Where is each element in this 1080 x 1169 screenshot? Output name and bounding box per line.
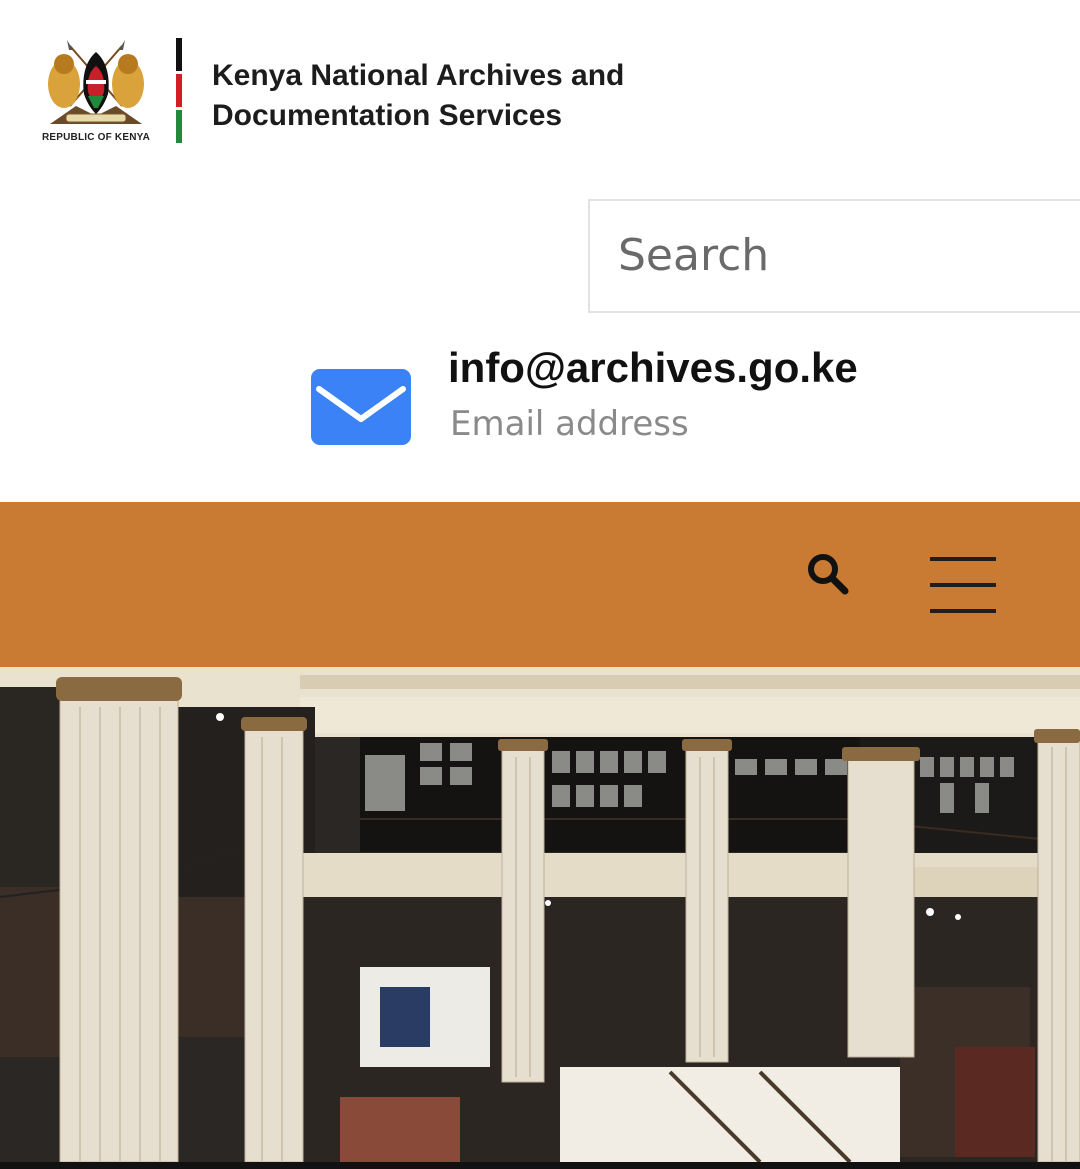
hero-museum-image xyxy=(0,667,1080,1162)
org-name-line2: Documentation Services xyxy=(212,99,563,132)
hamburger-menu-icon[interactable] xyxy=(930,557,996,613)
organization-title[interactable]: Kenya National Archives and Documentatio… xyxy=(212,56,732,136)
site-header: REPUBLIC OF KENYA Kenya National Archive… xyxy=(0,0,1080,502)
flag-color-bar xyxy=(176,38,182,144)
logo-caption: REPUBLIC OF KENYA xyxy=(41,132,151,143)
search-field-container xyxy=(588,199,1080,313)
email-address-link[interactable]: info@archives.go.ke xyxy=(448,344,858,392)
museum-hall-photo xyxy=(0,667,1080,1162)
coat-of-arms-icon xyxy=(48,40,144,124)
org-name-line1: Kenya National Archives and xyxy=(212,59,625,92)
search-input[interactable] xyxy=(618,223,1058,287)
main-navbar xyxy=(0,502,1080,667)
page-bottom-edge xyxy=(0,1162,1080,1169)
coat-of-arms-logo[interactable]: REPUBLIC OF KENYA xyxy=(36,36,156,148)
search-icon[interactable] xyxy=(805,551,851,597)
envelope-icon xyxy=(311,369,411,445)
email-address-label: Email address xyxy=(450,404,689,444)
